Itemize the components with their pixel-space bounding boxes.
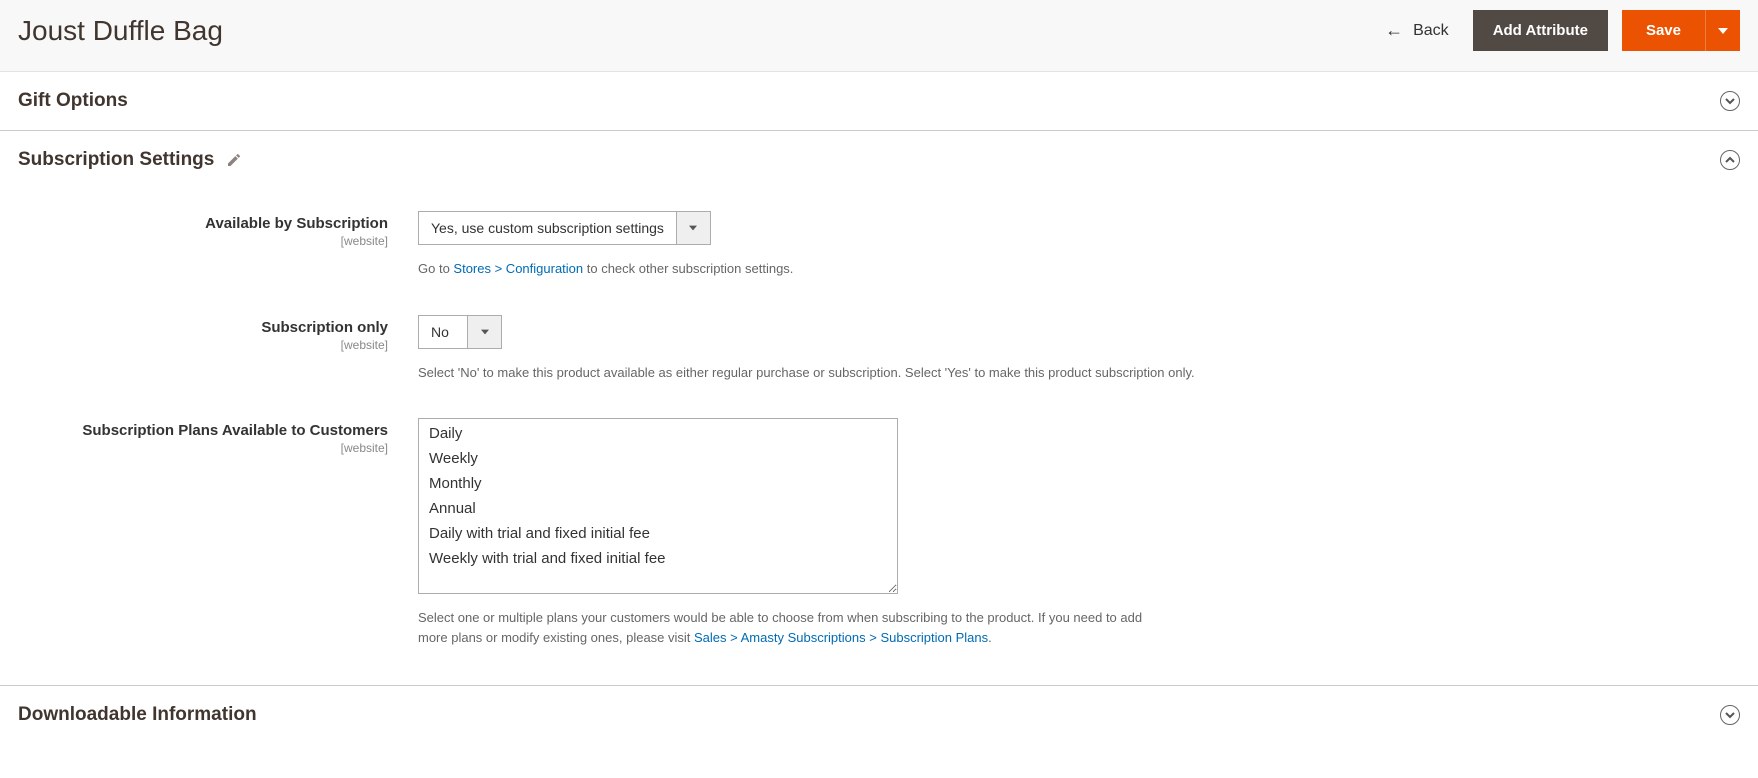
section-downloadable-information: Downloadable Information: [0, 686, 1758, 744]
header-actions: ← Back Add Attribute Save: [1385, 10, 1740, 51]
section-header-subscription[interactable]: Subscription Settings: [18, 149, 1740, 171]
field-scope: [website]: [18, 338, 388, 352]
page-header: Joust Duffle Bag ← Back Add Attribute Sa…: [0, 0, 1758, 72]
field-control-col: No Select 'No' to make this product avai…: [418, 315, 1195, 383]
list-item[interactable]: Daily with trial and fixed initial fee: [419, 521, 897, 546]
field-label-col: Subscription Plans Available to Customer…: [18, 418, 418, 455]
field-control-col: DailyWeeklyMonthlyAnnualDaily with trial…: [418, 418, 1158, 647]
field-note: Select 'No' to make this product availab…: [418, 363, 1195, 383]
field-scope: [website]: [18, 441, 388, 455]
triangle-down-icon: [1718, 28, 1728, 34]
save-dropdown-toggle[interactable]: [1705, 10, 1740, 51]
section-header-downloadable[interactable]: Downloadable Information: [18, 704, 1740, 726]
section-body-subscription: Available by Subscription [website] Yes,…: [18, 171, 1740, 667]
list-item[interactable]: Monthly: [419, 471, 897, 496]
back-label: Back: [1413, 22, 1449, 40]
chevron-down-icon: [1725, 710, 1735, 720]
collapse-toggle-icon[interactable]: [1720, 150, 1740, 170]
field-label-col: Subscription only [website]: [18, 315, 418, 352]
stores-configuration-link[interactable]: Stores > Configuration: [453, 261, 583, 276]
page-title: Joust Duffle Bag: [18, 15, 223, 47]
field-label: Available by Subscription: [205, 215, 388, 232]
expand-toggle-icon[interactable]: [1720, 91, 1740, 111]
field-control-col: Yes, use custom subscription settings Go…: [418, 211, 793, 279]
subscription-plans-multiselect[interactable]: DailyWeeklyMonthlyAnnualDaily with trial…: [418, 418, 898, 594]
field-available-by-subscription: Available by Subscription [website] Yes,…: [18, 211, 1740, 279]
field-note: Select one or multiple plans your custom…: [418, 608, 1158, 647]
chevron-up-icon: [1725, 155, 1735, 165]
field-scope: [website]: [18, 234, 388, 248]
add-attribute-button[interactable]: Add Attribute: [1473, 10, 1608, 51]
back-button[interactable]: ← Back: [1385, 20, 1449, 41]
field-label: Subscription only: [261, 319, 388, 336]
chevron-down-icon: [1725, 96, 1735, 106]
section-header-gift-options[interactable]: Gift Options: [18, 90, 1740, 112]
triangle-down-icon: [689, 224, 697, 232]
select-value: No: [419, 316, 467, 348]
select-toggle[interactable]: [467, 316, 501, 348]
subscription-only-select[interactable]: No: [418, 315, 502, 349]
list-item[interactable]: Annual: [419, 496, 897, 521]
field-label-col: Available by Subscription [website]: [18, 211, 418, 248]
arrow-left-icon: ←: [1385, 20, 1403, 41]
triangle-down-icon: [481, 328, 489, 336]
save-button[interactable]: Save: [1622, 10, 1705, 51]
available-by-subscription-select[interactable]: Yes, use custom subscription settings: [418, 211, 711, 245]
select-toggle[interactable]: [676, 212, 710, 244]
list-item[interactable]: Weekly with trial and fixed initial fee: [419, 546, 897, 571]
field-label: Subscription Plans Available to Customer…: [82, 422, 388, 439]
field-subscription-plans: Subscription Plans Available to Customer…: [18, 418, 1740, 647]
list-item[interactable]: Daily: [419, 421, 897, 446]
field-note: Go to Stores > Configuration to check ot…: [418, 259, 793, 279]
note-suffix: to check other subscription settings.: [583, 261, 793, 276]
list-item[interactable]: Weekly: [419, 446, 897, 471]
section-title-label: Subscription Settings: [18, 149, 214, 171]
subscription-plans-link[interactable]: Sales > Amasty Subscriptions > Subscript…: [694, 630, 988, 645]
save-split-button: Save: [1622, 10, 1740, 51]
expand-toggle-icon[interactable]: [1720, 705, 1740, 725]
field-subscription-only: Subscription only [website] No Select 'N…: [18, 315, 1740, 383]
note-prefix: Go to: [418, 261, 453, 276]
select-value: Yes, use custom subscription settings: [419, 212, 676, 244]
note-suffix: .: [988, 630, 992, 645]
section-title-label: Gift Options: [18, 90, 128, 112]
section-gift-options: Gift Options: [0, 72, 1758, 131]
pencil-icon[interactable]: [226, 152, 242, 168]
section-subscription-settings: Subscription Settings Available by Subsc…: [0, 131, 1758, 686]
section-title-label: Downloadable Information: [18, 704, 257, 726]
